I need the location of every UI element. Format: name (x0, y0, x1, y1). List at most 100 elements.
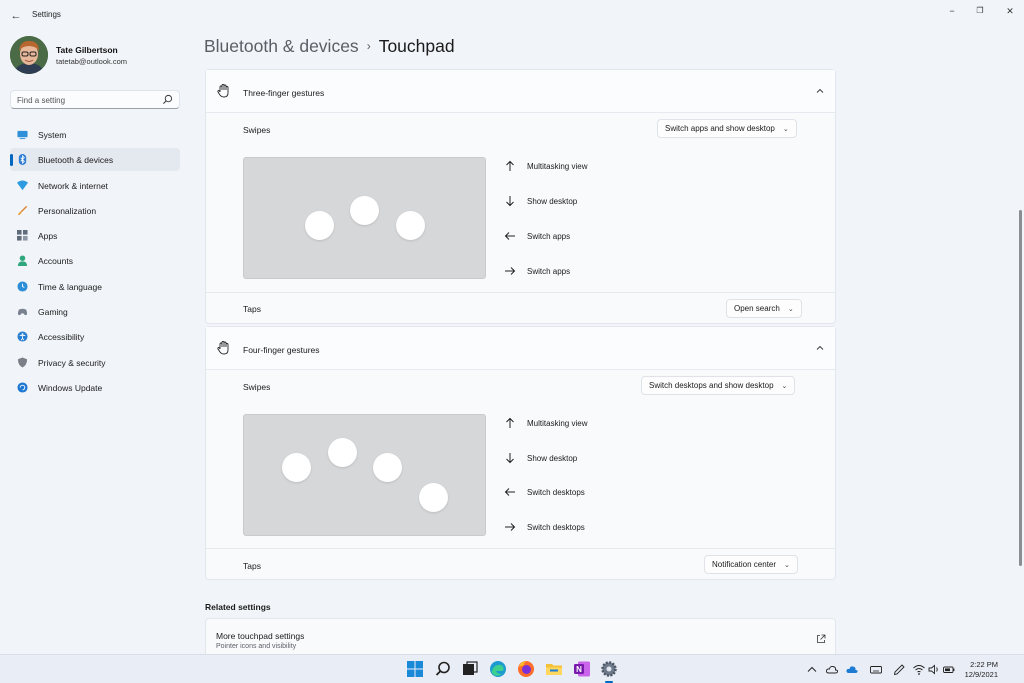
breadcrumb-parent[interactable]: Bluetooth & devices (204, 36, 359, 56)
sidebar-item-network[interactable]: Network & internet (10, 174, 180, 197)
sidebar-item-personalization[interactable]: Personalization (10, 199, 180, 222)
title-bar: ← Settings − ❐ ✕ (0, 0, 1024, 30)
volume-icon[interactable] (928, 664, 940, 675)
four-finger-gestures-card: Four-finger gestures Swipes Switch deskt… (205, 326, 836, 580)
maximize-button[interactable]: ❐ (966, 4, 994, 18)
touchpad-illustration (243, 414, 486, 536)
gesture-label: Show desktop (527, 197, 578, 206)
arrow-left-icon (504, 232, 515, 240)
sidebar-item-accessibility[interactable]: Accessibility (10, 325, 180, 348)
sidebar-item-time-language[interactable]: Time & language (10, 275, 180, 298)
network-icon (17, 180, 28, 190)
sidebar-item-apps[interactable]: Apps (10, 224, 180, 247)
related-settings-title: Related settings (205, 602, 271, 612)
gesture-label: Multitasking view (527, 162, 588, 171)
gaming-icon (17, 308, 28, 316)
search-icon[interactable] (434, 660, 452, 678)
onenote-icon[interactable]: N (573, 660, 591, 678)
sidebar-item-label: Bluetooth & devices (38, 155, 114, 166)
firefox-icon[interactable] (517, 660, 535, 678)
close-button[interactable]: ✕ (996, 4, 1024, 18)
divider (206, 548, 835, 549)
gear-icon[interactable] (600, 660, 618, 678)
swipes-label: Swipes (243, 382, 271, 392)
chevron-down-icon: ⌄ (781, 383, 788, 390)
edge-icon[interactable] (489, 660, 507, 678)
sidebar-item-label: Privacy & security (38, 357, 106, 368)
sidebar-item-accounts[interactable]: Accounts (10, 249, 180, 272)
battery-icon[interactable] (943, 664, 955, 675)
gesture-label: Switch desktops (527, 523, 585, 532)
cloud-icon[interactable] (826, 664, 838, 675)
system-icon (17, 130, 28, 140)
avatar[interactable] (10, 36, 48, 74)
clock-time[interactable]: 2:22 PM (968, 660, 998, 669)
swipes-dropdown[interactable]: Switch desktops and show desktop ⌄ (641, 376, 796, 395)
three-finger-header[interactable]: Three-finger gestures (206, 70, 835, 113)
sidebar-item-bluetooth-devices[interactable]: Bluetooth & devices (10, 148, 180, 172)
minimize-button[interactable]: − (938, 4, 966, 18)
sidebar-item-label: Apps (38, 231, 58, 242)
update-icon (17, 382, 28, 393)
arrow-left-icon (504, 488, 515, 496)
taps-label: Taps (243, 561, 261, 571)
finger-dot (305, 211, 334, 240)
finger-dot (328, 438, 357, 467)
shield-icon (17, 357, 28, 368)
brush-icon (17, 205, 28, 215)
chevron-down-icon: ⌄ (782, 126, 789, 133)
taps-label: Taps (243, 304, 261, 314)
clock-date[interactable]: 12/9/2021 (962, 670, 998, 679)
page-title: Touchpad (378, 36, 455, 56)
taps-dropdown[interactable]: Open search ⌄ (726, 299, 802, 318)
three-finger-gestures-card: Three-finger gestures Swipes Switch apps… (205, 69, 836, 324)
wifi-icon[interactable] (913, 664, 925, 675)
scrollbar[interactable] (1019, 210, 1022, 566)
dropdown-value: Open search (734, 304, 780, 313)
keyboard-icon[interactable] (870, 664, 882, 675)
taskbar: N 2:22 PM 12/9/2021 (0, 654, 1024, 683)
dropdown-value: Switch desktops and show desktop (649, 381, 774, 390)
arrow-up-icon (506, 417, 514, 428)
sidebar-item-gaming[interactable]: Gaming (10, 300, 180, 323)
apps-icon (17, 230, 28, 241)
gesture-label: Switch desktops (527, 488, 585, 497)
finger-dot (373, 453, 402, 482)
search-input[interactable] (17, 94, 157, 106)
accounts-icon (17, 255, 28, 267)
chevron-up-icon[interactable] (806, 664, 818, 675)
chevron-up-icon[interactable] (815, 86, 825, 96)
sidebar-item-label: Gaming (38, 307, 68, 318)
task-view-icon[interactable] (461, 660, 479, 678)
back-button[interactable]: ← (8, 8, 24, 24)
more-touchpad-settings-link[interactable]: More touchpad settings Pointer icons and… (205, 618, 836, 658)
hand-icon (217, 341, 229, 355)
sidebar-item-label: Network & internet (38, 180, 108, 191)
taps-dropdown[interactable]: Notification center ⌄ (704, 555, 798, 574)
pen-icon[interactable] (893, 664, 905, 675)
sidebar-item-system[interactable]: System (10, 123, 180, 146)
window-title: Settings (32, 10, 61, 19)
arrow-right-icon (505, 267, 516, 275)
four-finger-header[interactable]: Four-finger gestures (206, 327, 835, 370)
finger-dot (350, 196, 379, 225)
sidebar-item-windows-update[interactable]: Windows Update (10, 376, 180, 399)
windows-start-icon[interactable] (406, 660, 424, 678)
chevron-up-icon[interactable] (815, 343, 825, 353)
folder-icon[interactable] (545, 660, 563, 678)
chevron-down-icon: ⌄ (784, 562, 790, 569)
related-item-subtitle: Pointer icons and visibility (216, 643, 297, 650)
time-language-icon (17, 281, 28, 292)
divider (206, 292, 835, 293)
related-item-title: More touchpad settings (216, 631, 305, 641)
settings-window: ← Settings − ❐ ✕ Tate Gilbertson tatetab… (0, 0, 1024, 658)
swipes-dropdown[interactable]: Switch apps and show desktop ⌄ (657, 119, 797, 138)
open-external-icon (817, 634, 826, 643)
search-box[interactable] (10, 90, 180, 109)
sidebar-item-privacy-security[interactable]: Privacy & security (10, 351, 180, 374)
sidebar-item-label: Personalization (38, 205, 97, 216)
profile-email: tatetab@outlook.com (56, 57, 127, 66)
hand-icon (217, 84, 229, 98)
dropdown-value: Notification center (712, 560, 777, 569)
onedrive-icon[interactable] (846, 664, 858, 675)
